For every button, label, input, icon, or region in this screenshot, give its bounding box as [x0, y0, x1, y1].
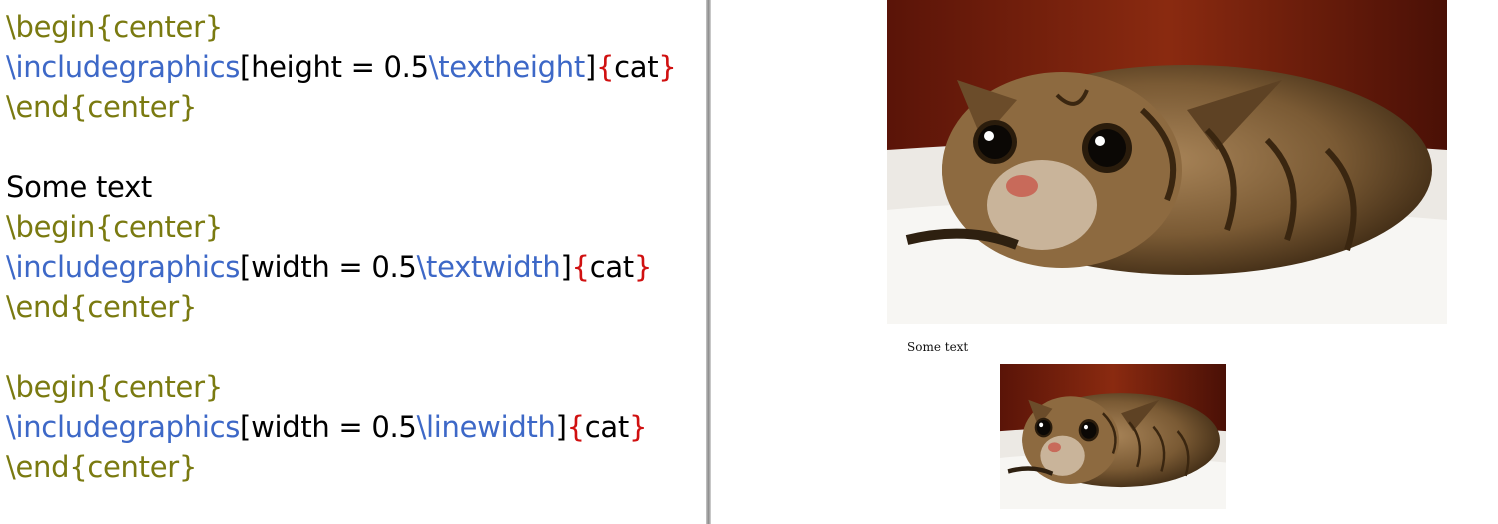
option-command: \textwidth — [416, 250, 561, 284]
option-command: \textheight — [428, 50, 585, 84]
code-line-begin-center: \begin{center} — [6, 207, 223, 247]
command-includegraphics: \includegraphics — [6, 410, 241, 444]
brace-close: } — [658, 50, 677, 84]
option-bracket-open: [ — [240, 250, 252, 284]
code-line-end-center: \end{center} — [6, 87, 197, 127]
option-bracket-open: [ — [240, 410, 252, 444]
option-bracket-open: [ — [240, 50, 252, 84]
brace-open: { — [571, 250, 590, 284]
option-command: \linewidth — [416, 410, 556, 444]
pdf-preview[interactable]: Some text — [711, 0, 1498, 524]
env-begin: \begin{center} — [6, 10, 223, 44]
cat-image-small — [1000, 364, 1226, 509]
brace-open: { — [595, 50, 615, 84]
code-line-end-center: \end{center} — [6, 287, 197, 327]
brace-open: { — [566, 410, 585, 444]
document-body-text: Some text — [907, 340, 969, 354]
cat-image-large — [887, 0, 1447, 324]
option-bracket-close: ] — [584, 50, 596, 84]
code-line-includegraphics: \includegraphics[width = 0.5\linewidth]{… — [6, 407, 647, 447]
code-line-includegraphics: \includegraphics[width = 0.5\textwidth]{… — [6, 247, 652, 287]
cat-photo-icon — [887, 0, 1447, 324]
code-line-begin-center: \begin{center} — [6, 367, 223, 407]
env-begin: \begin{center} — [6, 370, 223, 404]
env-end: \end{center} — [6, 90, 198, 124]
argument-filename: cat — [584, 410, 629, 444]
code-editor[interactable]: \begin{center} \includegraphics[height =… — [0, 0, 706, 524]
code-line-begin-center: \begin{center} — [6, 7, 223, 47]
env-end: \end{center} — [6, 290, 198, 324]
command-includegraphics: \includegraphics — [6, 250, 241, 284]
option-key: height = 0.5 — [251, 50, 429, 84]
env-begin: \begin{center} — [6, 210, 223, 244]
code-line-text: Some text — [6, 167, 152, 207]
plain-text: Some text — [6, 170, 152, 204]
env-end: \end{center} — [6, 450, 198, 484]
argument-filename: cat — [589, 250, 634, 284]
option-bracket-close: ] — [560, 250, 572, 284]
option-key: width = 0.5 — [251, 250, 417, 284]
option-bracket-close: ] — [555, 410, 567, 444]
code-line-includegraphics: \includegraphics[height = 0.5\textheight… — [6, 47, 677, 87]
option-key: width = 0.5 — [251, 410, 417, 444]
brace-close: } — [628, 410, 648, 444]
cat-photo-icon — [1000, 364, 1226, 509]
code-line-end-center: \end{center} — [6, 447, 197, 487]
argument-filename: cat — [614, 50, 659, 84]
brace-close: } — [633, 250, 653, 284]
command-includegraphics: \includegraphics — [6, 50, 241, 84]
